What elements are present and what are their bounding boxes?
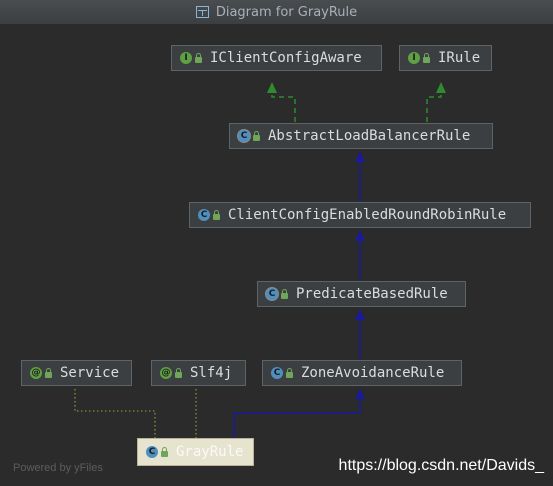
node-label: PredicateBasedRule xyxy=(296,286,448,302)
node-predicatebasedrule[interactable]: C PredicateBasedRule xyxy=(257,281,466,307)
lock-icon xyxy=(161,447,168,457)
implements-edge-iclientconfigaware xyxy=(271,82,296,122)
class-icon: C xyxy=(198,209,210,221)
diagram-canvas[interactable]: I IClientConfigAware I IRule C AbstractL… xyxy=(1,25,552,485)
node-service[interactable]: @ Service xyxy=(21,360,132,386)
node-zoneavoidancerule[interactable]: C ZoneAvoidanceRule xyxy=(262,360,462,386)
edges-layer xyxy=(74,82,446,438)
node-label: ClientConfigEnabledRoundRobinRule xyxy=(228,207,507,223)
window-title: Diagram for GrayRule xyxy=(215,4,358,20)
abstract-class-icon: C xyxy=(238,130,250,142)
title-bar: Diagram for GrayRule xyxy=(0,0,553,25)
arrowhead-abstract xyxy=(355,151,365,162)
diagram-icon xyxy=(195,6,209,18)
interface-icon: I xyxy=(408,52,420,64)
abstract-class-icon: C xyxy=(266,288,278,300)
lock-icon xyxy=(286,368,293,378)
node-irule[interactable]: I IRule xyxy=(399,45,492,71)
diagram-window: Diagram for GrayRule I IClientConfigAwar… xyxy=(0,0,553,486)
interface-icon: I xyxy=(180,52,192,64)
class-icon: C xyxy=(271,367,283,379)
watermark-text: https://blog.csdn.net/Davids_ xyxy=(338,457,544,474)
arrowhead-irule xyxy=(436,82,446,93)
arrowhead-iclientconfigaware xyxy=(267,82,277,93)
annotation-edge-service xyxy=(74,389,156,438)
node-label: AbstractLoadBalancerRule xyxy=(268,128,471,144)
extends-edge-zoneavoidance xyxy=(233,397,361,438)
lock-icon xyxy=(195,53,202,63)
lock-icon xyxy=(281,289,288,299)
node-label: Service xyxy=(60,365,120,381)
lock-icon xyxy=(45,368,52,378)
arrowhead-clientconfig xyxy=(355,230,365,241)
arrowhead-predicate xyxy=(355,309,365,320)
lock-icon xyxy=(253,131,260,141)
node-iclientconfigaware[interactable]: I IClientConfigAware xyxy=(171,45,382,71)
class-icon: C xyxy=(146,446,158,458)
node-grayrule[interactable]: C GrayRule xyxy=(137,438,254,466)
node-label: ZoneAvoidanceRule xyxy=(301,365,445,381)
node-label: Slf4j xyxy=(190,365,233,381)
node-label: GrayRule xyxy=(176,444,244,460)
node-clientconfigenabledroundrobinrule[interactable]: C ClientConfigEnabledRoundRobinRule xyxy=(189,202,531,228)
node-abstractloadbalancerrule[interactable]: C AbstractLoadBalancerRule xyxy=(229,123,493,149)
arrowhead-zoneavoidance xyxy=(355,388,365,399)
lock-icon xyxy=(213,210,220,220)
annotation-icon: @ xyxy=(30,367,42,379)
lock-icon xyxy=(175,368,182,378)
node-label: IRule xyxy=(438,50,481,66)
powered-by-label: Powered by yFiles xyxy=(13,462,103,474)
lock-icon xyxy=(423,53,430,63)
node-label: IClientConfigAware xyxy=(210,50,362,66)
node-slf4j[interactable]: @ Slf4j xyxy=(151,360,246,386)
annotation-icon: @ xyxy=(160,367,172,379)
